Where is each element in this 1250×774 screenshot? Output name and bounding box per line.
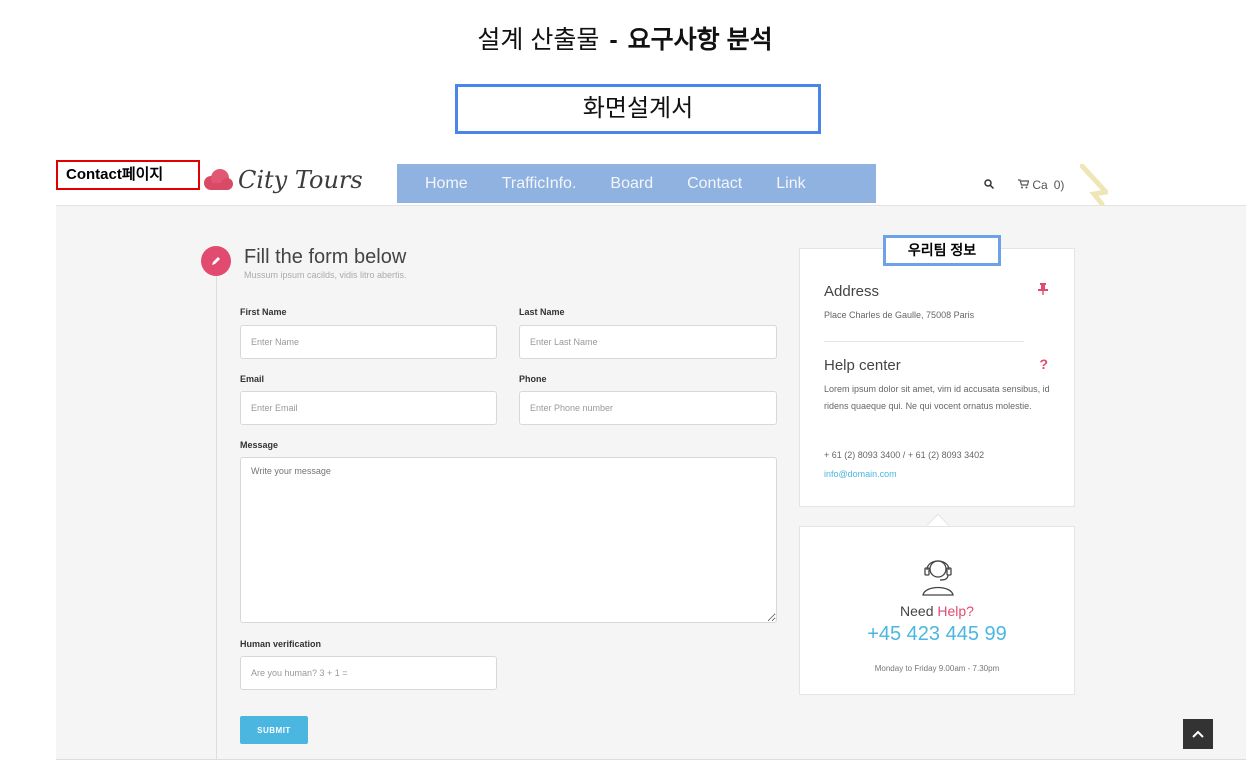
help-hours: Monday to Friday 9.00am - 7.30pm: [874, 664, 1000, 673]
team-info-label: 우리팀 정보: [883, 235, 1001, 266]
pencil-icon: [201, 246, 231, 276]
main-nav: Home TrafficInfo. Board Contact Link: [397, 164, 876, 203]
last-name-input[interactable]: Enter Last Name: [519, 325, 777, 359]
address-title: Address: [824, 283, 880, 300]
cart-count: 0): [1053, 178, 1065, 192]
scroll-top-button[interactable]: [1183, 719, 1213, 749]
site-header: City Tours Home TrafficInfo. Board Conta…: [56, 156, 1246, 206]
cart-link[interactable]: Ca 0): [1018, 178, 1064, 192]
document-subtitle: 화면설계서: [455, 84, 821, 134]
timeline-line: [216, 276, 217, 759]
phone-input[interactable]: Enter Phone number: [519, 391, 777, 425]
info-box: Address Place Charles de Gaulle, 75008 P…: [799, 248, 1075, 507]
cart-label: Ca: [1032, 178, 1048, 192]
submit-button[interactable]: SUBMIT: [240, 716, 308, 744]
cloud-logo-icon: [204, 169, 233, 190]
need-help-prefix: Need: [900, 603, 938, 619]
nav-board[interactable]: Board: [610, 175, 653, 193]
first-name-input[interactable]: Enter Name: [240, 325, 497, 359]
contact-email-link[interactable]: info@domain.com: [824, 469, 897, 479]
annotation-scribble: [1080, 164, 1108, 206]
chevron-up-icon: [1192, 730, 1204, 738]
page-label: Contact페이지: [56, 160, 200, 190]
headset-icon: [922, 560, 954, 596]
phone-label: Phone: [519, 374, 547, 384]
site-logo[interactable]: City Tours: [202, 164, 363, 196]
message-textarea[interactable]: [240, 457, 777, 623]
document-title-part2: 요구사항 분석: [627, 26, 773, 54]
document-title-part1: 설계 산출물: [477, 26, 600, 54]
address-text: Place Charles de Gaulle, 75008 Paris: [824, 310, 975, 320]
info-divider: [824, 341, 1024, 342]
contact-form: Fill the form below Mussum ipsum cacilds…: [201, 246, 801, 759]
need-help-text: Need Help?: [800, 603, 1074, 619]
form-title: Fill the form below: [244, 246, 407, 268]
need-help-accent: Help?: [937, 603, 974, 619]
message-label: Message: [240, 440, 279, 450]
search-icon[interactable]: [984, 178, 995, 192]
last-name-label: Last Name: [519, 307, 565, 317]
screenshot-frame: City Tours Home TrafficInfo. Board Conta…: [56, 156, 1246, 760]
verification-input[interactable]: Are you human? 3 + 1 =: [240, 656, 497, 690]
first-name-label: First Name: [240, 307, 287, 317]
pin-icon: [1038, 282, 1048, 298]
help-center-title: Help center: [824, 357, 901, 374]
cart-icon: [1018, 179, 1030, 189]
email-input[interactable]: Enter Email: [240, 391, 497, 425]
logo-text: City Tours: [238, 166, 363, 194]
document-title: 설계 산출물 - 요구사항 분석: [0, 20, 1250, 56]
nav-link[interactable]: Link: [776, 175, 805, 193]
verification-label: Human verification: [240, 639, 322, 649]
email-label: Email: [240, 374, 265, 384]
nav-contact[interactable]: Contact: [687, 175, 742, 193]
help-phone[interactable]: +45 423 445 99: [800, 623, 1074, 646]
nav-trafficinfo[interactable]: TrafficInfo.: [502, 175, 577, 193]
question-icon: ?: [1039, 356, 1048, 372]
help-box: Need Help? +45 423 445 99 Monday to Frid…: [799, 526, 1075, 695]
form-subtitle: Mussum ipsum cacilds, vidis litro aberti…: [244, 270, 407, 280]
nav-home[interactable]: Home: [425, 175, 468, 193]
document-title-separator: -: [609, 26, 618, 54]
contact-phones: + 61 (2) 8093 3400 / + 61 (2) 8093 3402: [824, 450, 985, 460]
help-center-text: Lorem ipsum dolor sit amet, vim id accus…: [824, 384, 1050, 411]
